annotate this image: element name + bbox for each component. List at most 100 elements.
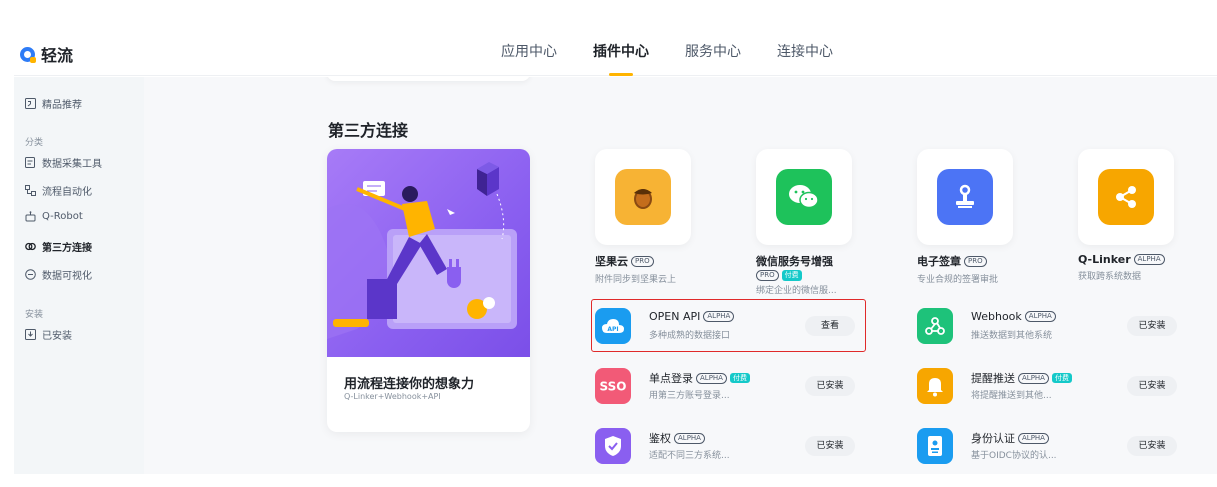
tier-tag: ALPHA [1018, 432, 1049, 444]
sidebar-item-featured[interactable]: 精品推荐 [25, 96, 82, 111]
feature-subtitle: Q-Linker+Webhook+API [344, 392, 441, 401]
plugin-name-row: 单点登录 ALPHA 付费 [649, 370, 750, 386]
tier-tag: ALPHA [1024, 311, 1056, 322]
app-logo[interactable]: 轻流 [20, 42, 73, 66]
plugin-desc: 专业合规的签署审批 [917, 275, 999, 285]
sidebar-item-data-collection[interactable]: 数据采集工具 [25, 155, 102, 170]
feature-title: 用流程连接你的想象力 [344, 377, 475, 392]
plugin-desc: 基于OIDC协议的认... [971, 451, 1057, 461]
acorn-icon [615, 169, 671, 225]
plugin-row-identity[interactable]: 身份认证 ALPHA 基于OIDC协议的认... 已安装 [917, 426, 1177, 466]
plugin-desc: 获取跨系统数据 [1078, 272, 1142, 282]
plugin-desc: 绑定企业的微信服... [756, 286, 837, 296]
plugin-name-row: 鉴权 ALPHA [649, 430, 705, 446]
plugin-name: 提醒推送 [971, 372, 1015, 385]
sso-icon: SSO [595, 368, 631, 404]
tier-tag: ALPHA [1018, 372, 1049, 384]
tier-tag: PRO [964, 255, 987, 267]
sidebar-item-label: 第三方连接 [42, 243, 92, 254]
sidebar-item-q-robot[interactable]: Q-Robot [25, 211, 83, 222]
plugin-tile [756, 149, 852, 245]
installed-button[interactable]: 已安装 [805, 436, 855, 456]
app-name: 轻流 [41, 46, 74, 65]
webhook-icon [917, 308, 953, 344]
plugin-name: 微信服务号增强 [756, 255, 833, 268]
tag-row: PRO 付费 [756, 270, 852, 281]
plugin-name: 电子签章 [917, 255, 961, 268]
logo-icon [20, 46, 36, 63]
bell-icon [917, 368, 953, 404]
tier-tag: ALPHA [674, 432, 705, 444]
shield-icon [595, 428, 631, 464]
tab-plugin-center[interactable]: 插件中心 [593, 26, 649, 76]
plugin-row-reminder-push[interactable]: 提醒推送 ALPHA 付费 将提醒推送到其他... 已安装 [917, 366, 1177, 406]
plugin-card-esign[interactable]: 电子签章 PRO 专业合规的签署审批 [917, 149, 1013, 285]
sidebar-item-label: 已安装 [42, 331, 72, 342]
paid-tag: 付费 [729, 373, 750, 383]
feature-card[interactable]: 用流程连接你的想象力 Q-Linker+Webhook+API [327, 149, 530, 432]
tab-service-center[interactable]: 服务中心 [685, 26, 741, 76]
sidebar-item-label: 流程自动化 [42, 187, 92, 198]
sidebar-item-automation[interactable]: 流程自动化 [25, 183, 92, 198]
paid-tag: 付费 [781, 270, 802, 281]
sidebar-item-label: 精品推荐 [42, 100, 82, 111]
tab-connect-center[interactable]: 连接中心 [777, 26, 833, 76]
plugin-name-row: 坚果云 PRO [595, 253, 691, 269]
plugin-desc: 将提醒推送到其他... [971, 391, 1052, 401]
sidebar-item-label: Q-Robot [42, 211, 83, 222]
plugin-desc: 适配不同三方系统... [649, 451, 730, 461]
plugin-name-row: Q-Linker ALPHA [1078, 253, 1174, 266]
sidebar-item-third-party[interactable]: 第三方连接 [25, 239, 92, 254]
plugin-row-webhook[interactable]: Webhook ALPHA 推送数据到其他系统 已安装 [917, 306, 1177, 346]
sidebar-item-installed[interactable]: 已安装 [25, 327, 72, 342]
main-content: 第三方连接 用流程连接你的想象力 Q-Linker+Webhook+API 坚果… [144, 77, 1217, 474]
link-icon [25, 241, 36, 252]
plugin-tile [595, 149, 691, 245]
top-nav: 应用中心 插件中心 服务中心 连接中心 [501, 26, 869, 76]
feature-illustration [327, 149, 530, 357]
plugin-card-q-linker[interactable]: Q-Linker ALPHA 获取跨系统数据 [1078, 149, 1174, 282]
top-header: 轻流 应用中心 插件中心 服务中心 连接中心 [14, 26, 1217, 76]
form-icon [25, 157, 36, 168]
installed-button[interactable]: 已安装 [1127, 376, 1177, 396]
plugin-desc: 推送数据到其他系统 [971, 331, 1053, 341]
annotation-highlight-box [591, 299, 866, 352]
sidebar-item-visualization[interactable]: 数据可视化 [25, 267, 92, 282]
plugin-name: Q-Linker [1078, 253, 1131, 266]
plugin-name-row: 提醒推送 ALPHA 付费 [971, 370, 1072, 386]
svg-text:SSO: SSO [600, 380, 627, 394]
tier-tag: PRO [631, 255, 654, 267]
plugin-row-sso[interactable]: SSO 单点登录 ALPHA 付费 用第三方账号登录... 已安装 [595, 366, 855, 406]
tier-tag: ALPHA [1133, 254, 1165, 265]
plugin-name: 坚果云 [595, 255, 628, 268]
share-icon [1098, 169, 1154, 225]
plugin-tile [917, 149, 1013, 245]
plugin-name: 鉴权 [649, 432, 671, 445]
section-title: 第三方连接 [328, 121, 409, 140]
plugin-name: 单点登录 [649, 372, 693, 385]
installed-button[interactable]: 已安装 [1127, 436, 1177, 456]
wechat-icon [776, 169, 832, 225]
robot-icon [25, 211, 36, 222]
plugin-name-row: 电子签章 PRO [917, 253, 1013, 269]
star-box-icon [25, 98, 36, 109]
plugin-desc: 用第三方账号登录... [649, 391, 730, 401]
sidebar-item-label: 数据采集工具 [42, 159, 102, 170]
plugin-name-row: 微信服务号增强 [756, 253, 852, 269]
plugin-card-jianguoyun[interactable]: 坚果云 PRO 附件同步到坚果云上 [595, 149, 691, 285]
paid-tag: 付费 [1051, 373, 1072, 383]
installed-button[interactable]: 已安装 [1127, 316, 1177, 336]
plugin-card-wechat[interactable]: 微信服务号增强 PRO 付费 绑定企业的微信服... [756, 149, 852, 296]
plugin-desc: 附件同步到坚果云上 [595, 275, 677, 285]
plugin-row-auth[interactable]: 鉴权 ALPHA 适配不同三方系统... 已安装 [595, 426, 855, 466]
sidebar-group-category: 分类 [25, 138, 44, 148]
plugin-name: Webhook [971, 310, 1022, 323]
flow-icon [25, 185, 36, 196]
installed-button[interactable]: 已安装 [805, 376, 855, 396]
chart-circle-icon [25, 269, 36, 280]
plugin-tile [1078, 149, 1174, 245]
download-box-icon [25, 329, 36, 340]
stamp-icon [937, 169, 993, 225]
tab-app-center[interactable]: 应用中心 [501, 26, 557, 76]
id-card-icon [917, 428, 953, 464]
